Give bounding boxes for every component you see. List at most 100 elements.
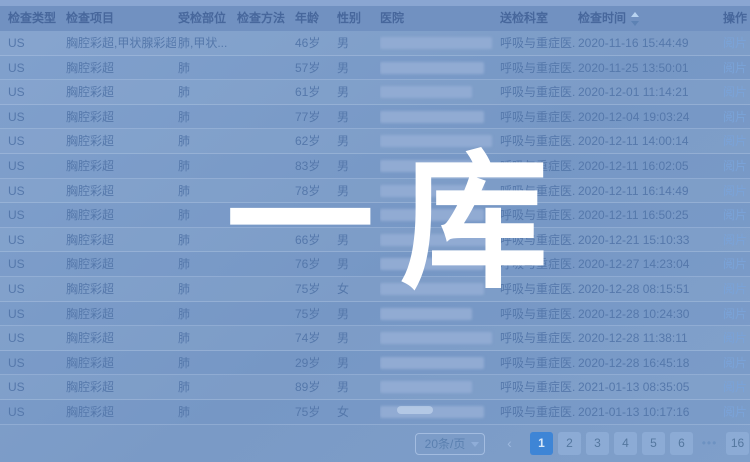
- cell-part: 肺: [178, 351, 235, 375]
- cell-age: 77岁: [295, 105, 335, 129]
- view-image-link[interactable]: 阅片: [723, 110, 747, 124]
- sort-caret-icon[interactable]: [630, 12, 640, 26]
- cell-gender: 女: [337, 203, 377, 227]
- view-image-link[interactable]: 阅片: [723, 61, 747, 75]
- cell-type: US: [8, 375, 60, 399]
- view-image-link[interactable]: 阅片: [723, 282, 747, 296]
- column-header-label: 性别: [337, 11, 361, 25]
- view-image-link[interactable]: 阅片: [723, 208, 747, 222]
- redacted-hospital-block: [380, 381, 472, 393]
- page-button-5[interactable]: 5: [642, 432, 665, 455]
- cell-age: 83岁: [295, 154, 335, 178]
- horizontal-scrollbar-thumb[interactable]: [397, 406, 433, 414]
- cell-gender: 男: [337, 154, 377, 178]
- cell-age: 78岁: [295, 179, 335, 203]
- page-button-1[interactable]: 1: [530, 432, 553, 455]
- cell-age: 61岁: [295, 80, 335, 104]
- cell-item: 胸腔彩超: [66, 56, 176, 80]
- cell-type: US: [8, 203, 60, 227]
- view-image-link[interactable]: 阅片: [723, 233, 747, 247]
- table-row[interactable]: US胸腔彩超肺75岁男呼吸与重症医...2020-12-28 10:24:30阅…: [0, 302, 750, 327]
- page-button-16[interactable]: 16: [726, 432, 749, 455]
- cell-age: 62岁: [295, 129, 335, 153]
- cell-gender: 男: [337, 228, 377, 252]
- page-button-4[interactable]: 4: [614, 432, 637, 455]
- cell-type: US: [8, 252, 60, 276]
- cell-method: [237, 31, 293, 55]
- cell-dept: 呼吸与重症医...: [500, 375, 576, 399]
- cell-time: 2020-12-11 16:02:05: [578, 154, 720, 178]
- page-button-6[interactable]: 6: [670, 432, 693, 455]
- view-image-link[interactable]: 阅片: [723, 159, 747, 173]
- cell-dept: 呼吸与重症医...: [500, 179, 576, 203]
- page-size-select[interactable]: 20条/页: [415, 433, 485, 455]
- view-image-link[interactable]: 阅片: [723, 36, 747, 50]
- cell-method: [237, 56, 293, 80]
- view-image-link[interactable]: 阅片: [723, 331, 747, 345]
- cell-gender: 男: [337, 31, 377, 55]
- column-header-hospital: 医院: [380, 6, 498, 31]
- table-row[interactable]: US胸腔彩超肺66岁男呼吸与重症医...2020-12-21 15:10:33阅…: [0, 228, 750, 253]
- cell-time: 2020-12-11 16:50:25: [578, 203, 720, 227]
- cell-method: [237, 252, 293, 276]
- cell-dept: 呼吸与重症医...: [500, 154, 576, 178]
- page-size-label: 20条/页: [425, 434, 466, 454]
- cell-gender: 男: [337, 179, 377, 203]
- cell-method: [237, 105, 293, 129]
- page-ellipsis[interactable]: •••: [698, 432, 721, 455]
- view-image-link[interactable]: 阅片: [723, 356, 747, 370]
- cell-item: 胸腔彩超: [66, 129, 176, 153]
- table-row[interactable]: US胸腔彩超肺62岁男呼吸与重症医...2020-12-11 14:00:14阅…: [0, 129, 750, 154]
- table-row[interactable]: US胸腔彩超肺76岁男呼吸与重症医...2020-12-27 14:23:04阅…: [0, 252, 750, 277]
- table-row[interactable]: US胸腔彩超肺76岁女呼吸与重症医...2020-12-11 16:50:25阅…: [0, 203, 750, 228]
- page-button-2[interactable]: 2: [558, 432, 581, 455]
- cell-hospital: [380, 203, 498, 227]
- cell-action: 阅片: [723, 31, 750, 55]
- table-row[interactable]: US胸腔彩超,甲状腺彩超肺,甲状...46岁男呼吸与重症医...2020-11-…: [0, 31, 750, 56]
- cell-item: 胸腔彩超: [66, 154, 176, 178]
- cell-method: [237, 179, 293, 203]
- view-image-link[interactable]: 阅片: [723, 257, 747, 271]
- cell-gender: 男: [337, 56, 377, 80]
- table-row[interactable]: US胸腔彩超肺75岁女呼吸与重症医...2020-12-28 08:15:51阅…: [0, 277, 750, 302]
- cell-action: 阅片: [723, 179, 750, 203]
- view-image-link[interactable]: 阅片: [723, 380, 747, 394]
- column-header-time[interactable]: 检查时间: [578, 6, 720, 31]
- prev-page-button[interactable]: ‹: [498, 432, 521, 455]
- view-image-link[interactable]: 阅片: [723, 184, 747, 198]
- table-row[interactable]: US胸腔彩超肺77岁男呼吸与重症医...2020-12-04 19:03:24阅…: [0, 105, 750, 130]
- cell-part: 肺: [178, 302, 235, 326]
- cell-method: [237, 203, 293, 227]
- page-button-3[interactable]: 3: [586, 432, 609, 455]
- table-row[interactable]: US胸腔彩超肺78岁男呼吸与重症医...2020-12-11 16:14:49阅…: [0, 179, 750, 204]
- cell-method: [237, 129, 293, 153]
- view-image-link[interactable]: 阅片: [723, 134, 747, 148]
- table-row[interactable]: US胸腔彩超肺75岁女呼吸与重症医...2021-01-13 10:17:16阅…: [0, 400, 750, 425]
- cell-dept: 呼吸与重症医...: [500, 56, 576, 80]
- view-image-link[interactable]: 阅片: [723, 307, 747, 321]
- cell-type: US: [8, 105, 60, 129]
- table-row[interactable]: US胸腔彩超肺29岁男呼吸与重症医...2020-12-28 16:45:18阅…: [0, 351, 750, 376]
- cell-time: 2021-01-13 10:17:16: [578, 400, 720, 424]
- view-image-link[interactable]: 阅片: [723, 85, 747, 99]
- cell-time: 2020-12-11 16:14:49: [578, 179, 720, 203]
- table-row[interactable]: US胸腔彩超肺61岁男呼吸与重症医...2020-12-01 11:14:21阅…: [0, 80, 750, 105]
- table-row[interactable]: US胸腔彩超肺83岁男呼吸与重症医...2020-12-11 16:02:05阅…: [0, 154, 750, 179]
- cell-item: 胸腔彩超: [66, 80, 176, 104]
- cell-dept: 呼吸与重症医...: [500, 31, 576, 55]
- cell-part: 肺: [178, 203, 235, 227]
- table-row[interactable]: US胸腔彩超肺74岁男呼吸与重症医...2020-12-28 11:38:11阅…: [0, 326, 750, 351]
- view-image-link[interactable]: 阅片: [723, 405, 747, 419]
- cell-time: 2020-12-28 11:38:11: [578, 326, 720, 350]
- cell-gender: 男: [337, 302, 377, 326]
- table-row[interactable]: US胸腔彩超肺89岁男呼吸与重症医...2021-01-13 08:35:05阅…: [0, 375, 750, 400]
- cell-hospital: [380, 56, 498, 80]
- cell-age: 89岁: [295, 375, 335, 399]
- redacted-hospital-block: [380, 185, 484, 197]
- cell-time: 2020-12-21 15:10:33: [578, 228, 720, 252]
- column-header-label: 送检科室: [500, 11, 548, 25]
- table-row[interactable]: US胸腔彩超肺57岁男呼吸与重症医...2020-11-25 13:50:01阅…: [0, 56, 750, 81]
- cell-type: US: [8, 277, 60, 301]
- cell-part: 肺: [178, 80, 235, 104]
- column-header-label: 操作: [723, 11, 747, 25]
